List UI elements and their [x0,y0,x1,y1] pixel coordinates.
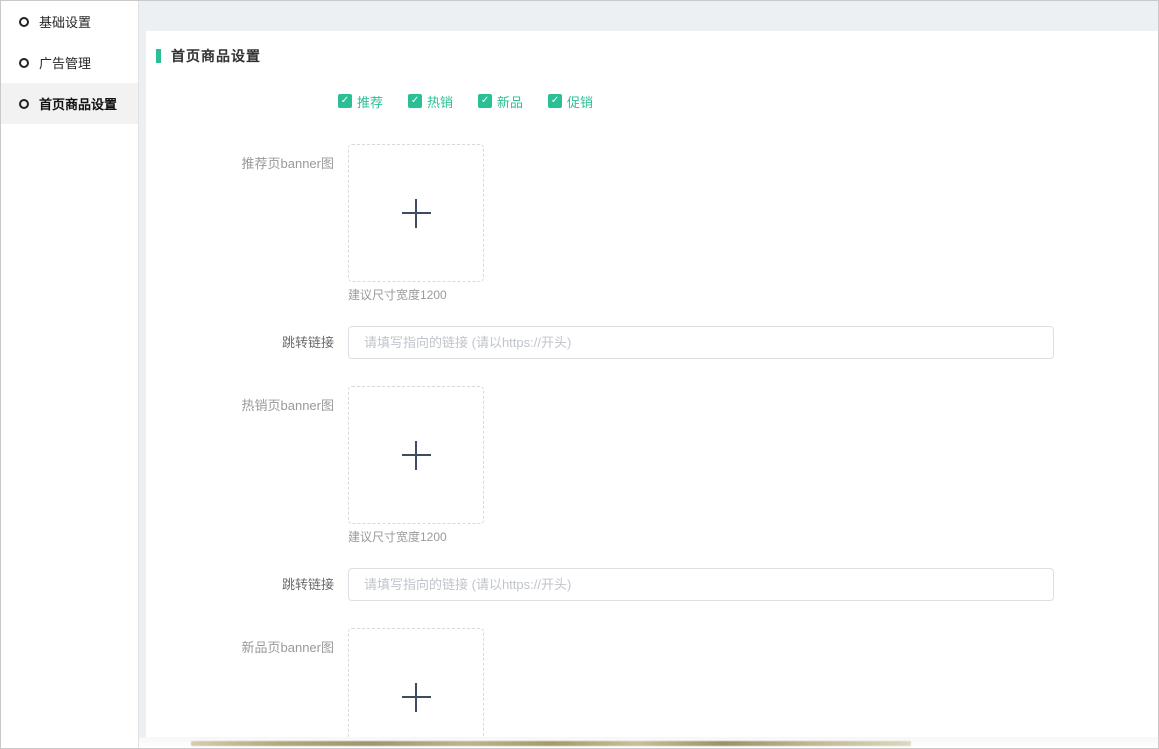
jump-link-input[interactable] [348,326,1054,359]
settings-sidebar: 基础设置 广告管理 首页商品设置 [1,1,139,748]
upload-size-hint: 建议尺寸宽度1200 [348,528,484,545]
circle-icon [19,17,29,27]
admin-settings-window: 基础设置 广告管理 首页商品设置 首页商品设置 ✓ 推荐 [0,0,1159,749]
checkbox-label: 热销 [427,92,453,111]
field-label: 跳转链接 [156,568,334,601]
category-checkbox-row: ✓ 推荐 ✓ 热销 ✓ 新品 ✓ 促销 [338,94,1158,108]
checkbox-label: 推荐 [357,92,383,111]
checkbox-label: 新品 [497,92,523,111]
main-content-area: 首页商品设置 ✓ 推荐 ✓ 热销 ✓ 新品 ✓ 促销 [139,1,1158,748]
form-row-jump-link: 跳转链接 [156,326,1158,359]
checkbox-recommended[interactable]: ✓ 推荐 [338,92,383,111]
sidebar-item-label: 广告管理 [39,53,91,72]
checkbox-new-product[interactable]: ✓ 新品 [478,92,523,111]
checkbox-check-icon: ✓ [338,94,352,108]
form-row-jump-link: 跳转链接 [156,568,1158,601]
banner-upload-dropzone[interactable] [348,144,484,282]
field-label: 跳转链接 [156,326,334,359]
field-label: 新品页banner图 [156,628,334,739]
plus-icon [402,199,431,228]
circle-icon [19,99,29,109]
upload-size-hint: 建议尺寸宽度1200 [348,286,484,303]
checkbox-hot-sale[interactable]: ✓ 热销 [408,92,453,111]
home-product-settings-card: 首页商品设置 ✓ 推荐 ✓ 热销 ✓ 新品 ✓ 促销 [146,31,1158,739]
section-title: 首页商品设置 [156,48,1158,63]
circle-icon [19,58,29,68]
field-label: 推荐页banner图 [156,144,334,303]
plus-icon [402,441,431,470]
sidebar-item-basic-settings[interactable]: 基础设置 [1,1,138,42]
section-title-text: 首页商品设置 [171,46,261,66]
form-row-new-product-banner: 新品页banner图 [156,628,1158,739]
form-row-hot-sale-banner: 热销页banner图 建议尺寸宽度1200 [156,386,1158,545]
checkbox-promotion[interactable]: ✓ 促销 [548,92,593,111]
form-row-recommended-banner: 推荐页banner图 建议尺寸宽度1200 [156,144,1158,303]
sidebar-item-ad-management[interactable]: 广告管理 [1,42,138,83]
banner-upload-dropzone[interactable] [348,386,484,524]
checkbox-check-icon: ✓ [408,94,422,108]
sidebar-item-home-product-settings[interactable]: 首页商品设置 [1,83,138,124]
plus-icon [402,683,431,712]
bottom-peek-strip [139,737,1158,748]
checkbox-check-icon: ✓ [548,94,562,108]
field-label: 热销页banner图 [156,386,334,545]
checkbox-label: 促销 [567,92,593,111]
jump-link-input[interactable] [348,568,1054,601]
title-accent-bar [156,49,161,63]
sidebar-item-label: 基础设置 [39,12,91,31]
banner-upload-dropzone[interactable] [348,628,484,739]
background-image-sliver [191,741,911,746]
checkbox-check-icon: ✓ [478,94,492,108]
sidebar-item-label: 首页商品设置 [39,94,117,113]
